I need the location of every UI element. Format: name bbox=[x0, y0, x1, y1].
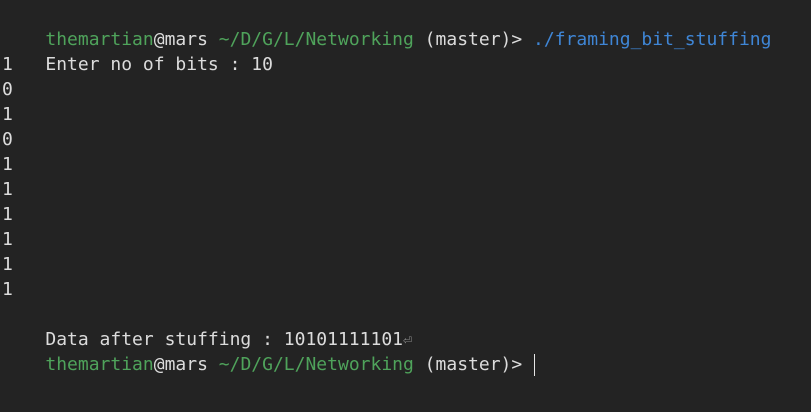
return-icon: ⏎ bbox=[403, 331, 413, 349]
prompt-path: ~/D/G/L/Networking bbox=[207, 354, 414, 375]
prompt-user: themartian bbox=[45, 29, 154, 50]
prompt-host: mars bbox=[164, 29, 208, 50]
bit-line: 1 bbox=[2, 279, 13, 300]
bit-line: 1 bbox=[2, 204, 13, 225]
bit-line: 1 bbox=[2, 229, 13, 250]
entered-command: ./framing_bit_stuffing bbox=[522, 29, 772, 50]
prompt-branch: (master)> bbox=[413, 29, 523, 50]
prompt-host: mars bbox=[164, 354, 208, 375]
prompt-line-1: themartian@mars ~/D/G/L/Networking (mast… bbox=[2, 2, 811, 50]
result-label: Data after stuffing : bbox=[45, 329, 284, 350]
prompt-branch: (master)> bbox=[413, 354, 523, 375]
prompt-path: ~/D/G/L/Networking bbox=[207, 29, 414, 50]
text-cursor bbox=[534, 354, 536, 376]
bit-line: 1 bbox=[2, 104, 13, 125]
bit-line: 1 bbox=[2, 154, 13, 175]
prompt-user: themartian bbox=[45, 354, 154, 375]
enter-bits-value: 10 bbox=[251, 54, 273, 75]
command-input[interactable] bbox=[522, 354, 533, 375]
enter-bits-label: Enter no of bits : bbox=[45, 54, 252, 75]
bit-line: 0 bbox=[2, 129, 13, 150]
bit-line: 1 bbox=[2, 179, 13, 200]
bit-line: 0 bbox=[2, 79, 13, 100]
prompt-at: @ bbox=[153, 354, 165, 375]
result-value: 10101111101 bbox=[283, 329, 403, 350]
bit-line: 1 bbox=[2, 254, 13, 275]
result-line: Data after stuffing : 10101111101⏎ bbox=[2, 302, 811, 350]
prompt-at: @ bbox=[153, 29, 165, 50]
terminal-window[interactable]: themartian@mars ~/D/G/L/Networking (mast… bbox=[0, 0, 811, 412]
